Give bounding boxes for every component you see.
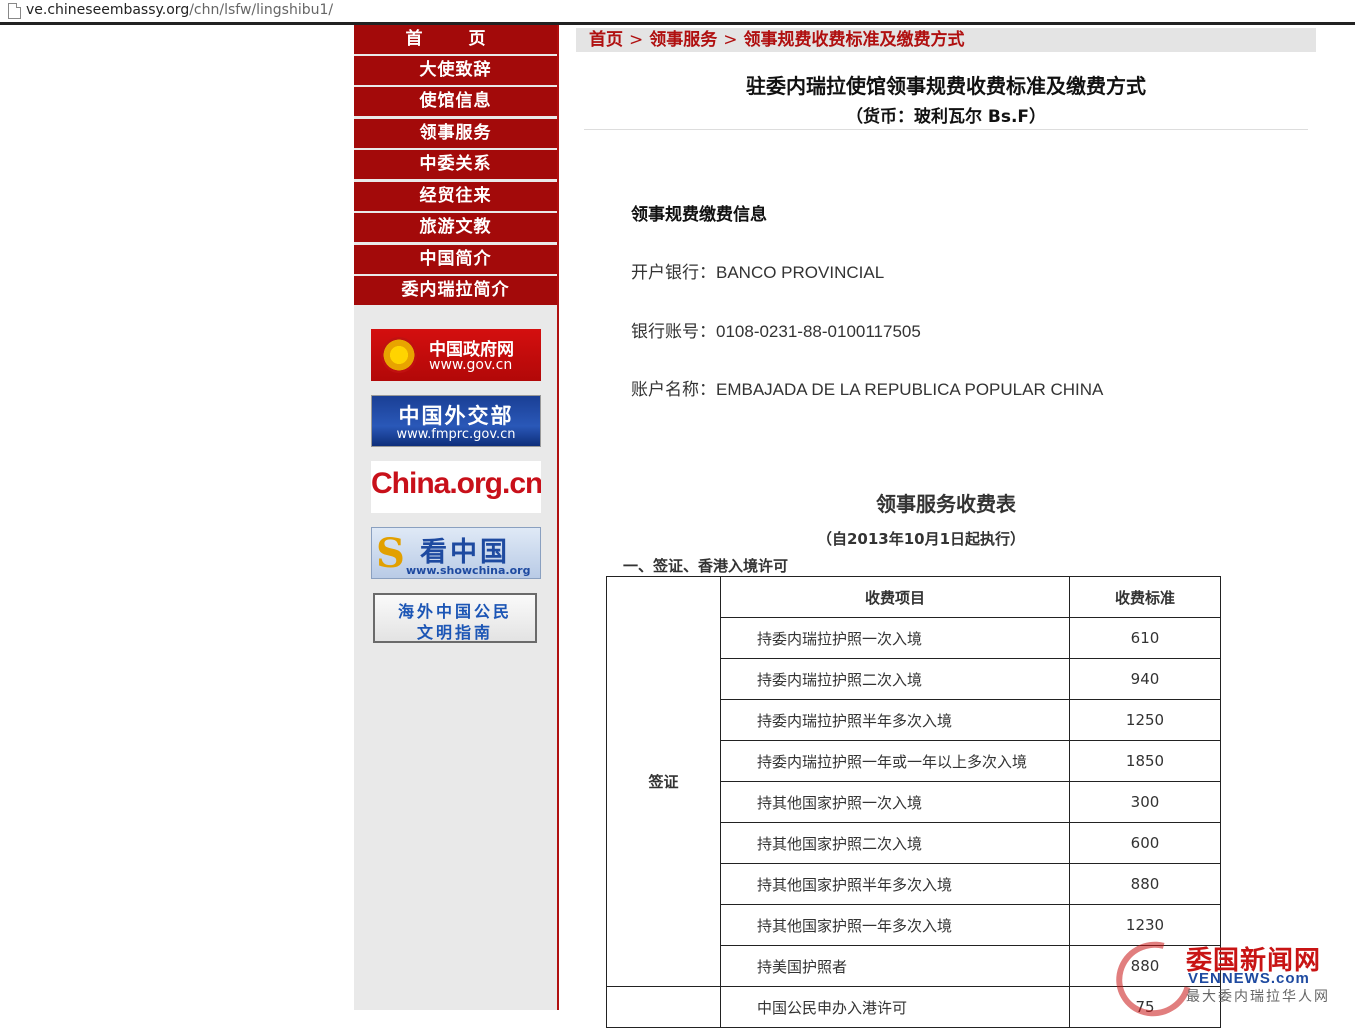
showchina-banner-link[interactable]: S 看中国 www.showchina.org (371, 527, 541, 579)
gov-banner-link[interactable]: 中国政府网 www.gov.cn (371, 329, 541, 381)
bank-info: 开户银行：BANCO PROVINCIAL (631, 263, 885, 283)
page-icon (8, 3, 21, 19)
breadcrumb: 首页 > 领事服务 > 领事规费收费标准及缴费方式 (576, 28, 1316, 52)
nav-item-relations[interactable]: 中委关系 (354, 150, 557, 181)
nav-item-embassy-info[interactable]: 使馆信息 (354, 87, 557, 118)
page-subtitle: （货币：玻利瓦尔 Bs.F） (845, 107, 1047, 127)
fee-table-title: 领事服务收费表 (876, 492, 1016, 516)
address-bar[interactable]: ve.chineseembassy.org/chn/lsfw/lingshibu… (0, 0, 1355, 25)
payment-heading: 领事规费缴费信息 (631, 205, 767, 225)
national-emblem-icon (381, 337, 417, 373)
account-info: 银行账号：0108-0231-88-0100117505 (631, 322, 921, 342)
fmprc-banner-link[interactable]: 中国外交部 www.fmprc.gov.cn (371, 395, 541, 447)
breadcrumb-consular[interactable]: 领事服务 (649, 28, 717, 52)
table-header-row: 签证 收费项目 收费标准 (606, 576, 1221, 987)
nav-item-home[interactable]: 首 页 (354, 25, 557, 56)
hk-category-cell (606, 986, 721, 1028)
nav-item-ambassador[interactable]: 大使致辞 (354, 56, 557, 87)
breadcrumb-current[interactable]: 领事规费收费标准及缴费方式 (744, 28, 965, 52)
page-title: 驻委内瑞拉使馆领事规费收费标准及缴费方式 (746, 74, 1146, 98)
visa-category-cell: 签证 (606, 576, 721, 987)
civility-guide-banner-link[interactable]: 海外中国公民 文明指南 (373, 593, 537, 643)
fee-category-heading: 一、签证、香港入境许可 (623, 557, 789, 575)
account-name-info: 账户名称：EMBAJADA DE LA REPUBLICA POPULAR CH… (631, 380, 1104, 400)
chinaorg-banner-link[interactable]: China.org.cn (371, 461, 541, 513)
fee-effective-date: （自2013年10月1日起执行） (816, 530, 1026, 548)
nav-item-china-intro[interactable]: 中国简介 (354, 245, 557, 276)
divider (584, 129, 1308, 130)
breadcrumb-separator: > (629, 30, 644, 50)
sidebar: 首 页 大使致辞 使馆信息 领事服务 中委关系 经贸往来 旅游文教 中国简介 委… (354, 25, 559, 1010)
breadcrumb-home[interactable]: 首页 (589, 28, 623, 52)
breadcrumb-separator: > (723, 30, 738, 50)
nav-item-consular[interactable]: 领事服务 (354, 119, 557, 150)
vennews-watermark: 委国新闻网 VENNEWS.com 最大委内瑞拉华人网 (1102, 927, 1355, 1030)
nav-item-tourism[interactable]: 旅游文教 (354, 213, 557, 244)
dragon-icon: S (376, 530, 405, 577)
nav-item-trade[interactable]: 经贸往来 (354, 182, 557, 213)
column-header-item: 收费项目 (720, 576, 1070, 618)
nav-item-venezuela-intro[interactable]: 委内瑞拉简介 (354, 276, 557, 307)
column-header-fee: 收费标准 (1069, 576, 1221, 618)
url-text[interactable]: ve.chineseembassy.org/chn/lsfw/lingshibu… (26, 2, 333, 18)
